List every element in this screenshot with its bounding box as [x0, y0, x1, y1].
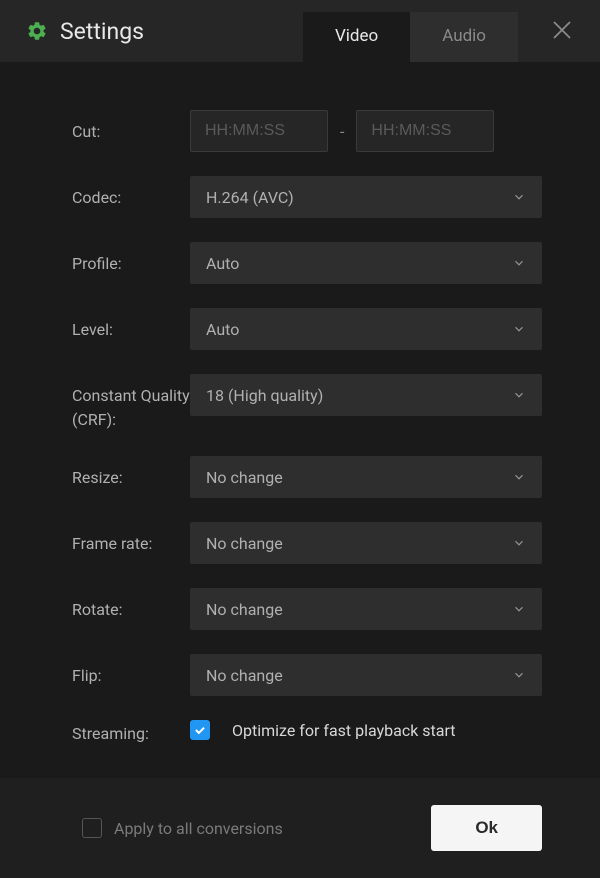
framerate-select[interactable]: No change — [190, 522, 542, 564]
codec-select[interactable]: H.264 (AVC) — [190, 176, 542, 218]
check-icon — [193, 723, 207, 737]
settings-content: Cut: - Codec: H.264 (AVC) Profile: Auto … — [0, 62, 600, 778]
tab-video[interactable]: Video — [303, 12, 410, 62]
apply-all-row: Apply to all conversions — [82, 818, 283, 838]
flip-value: No change — [206, 666, 283, 685]
gear-icon — [26, 20, 48, 42]
chevron-down-icon — [512, 388, 526, 402]
ok-button[interactable]: Ok — [431, 805, 542, 851]
streaming-checkbox[interactable] — [190, 720, 210, 740]
profile-select[interactable]: Auto — [190, 242, 542, 284]
settings-title: Settings — [60, 18, 144, 45]
crf-select[interactable]: 18 (High quality) — [190, 374, 542, 416]
codec-value: H.264 (AVC) — [206, 188, 294, 207]
label-level: Level: — [72, 308, 190, 342]
cut-start-input[interactable] — [190, 110, 328, 152]
row-framerate: Frame rate: No change — [72, 522, 542, 564]
chevron-down-icon — [512, 322, 526, 336]
chevron-down-icon — [512, 256, 526, 270]
label-rotate: Rotate: — [72, 588, 190, 622]
level-value: Auto — [206, 320, 239, 339]
tabs: Video Audio — [303, 12, 518, 62]
flip-select[interactable]: No change — [190, 654, 542, 696]
close-button[interactable] — [550, 18, 574, 42]
cut-dash: - — [340, 122, 344, 141]
row-profile: Profile: Auto — [72, 242, 542, 284]
profile-value: Auto — [206, 254, 239, 273]
crf-value: 18 (High quality) — [206, 386, 323, 405]
framerate-value: No change — [206, 534, 283, 553]
chevron-down-icon — [512, 190, 526, 204]
row-crf: Constant Quality (CRF): 18 (High quality… — [72, 374, 542, 432]
level-select[interactable]: Auto — [190, 308, 542, 350]
rotate-value: No change — [206, 600, 283, 619]
label-flip: Flip: — [72, 654, 190, 688]
cut-end-input[interactable] — [356, 110, 494, 152]
row-cut: Cut: - — [72, 110, 542, 152]
chevron-down-icon — [512, 536, 526, 550]
label-profile: Profile: — [72, 242, 190, 276]
label-codec: Codec: — [72, 176, 190, 210]
settings-header: Settings Video Audio — [0, 0, 600, 62]
label-streaming: Streaming: — [72, 720, 190, 746]
tab-audio[interactable]: Audio — [410, 12, 518, 62]
row-codec: Codec: H.264 (AVC) — [72, 176, 542, 218]
resize-select[interactable]: No change — [190, 456, 542, 498]
row-flip: Flip: No change — [72, 654, 542, 696]
label-framerate: Frame rate: — [72, 522, 190, 556]
footer: Apply to all conversions Ok — [0, 778, 600, 878]
streaming-checkbox-label: Optimize for fast playback start — [232, 721, 456, 740]
label-resize: Resize: — [72, 456, 190, 490]
apply-all-label: Apply to all conversions — [114, 819, 283, 838]
label-crf: Constant Quality (CRF): — [72, 374, 190, 432]
row-resize: Resize: No change — [72, 456, 542, 498]
resize-value: No change — [206, 468, 283, 487]
row-rotate: Rotate: No change — [72, 588, 542, 630]
apply-all-checkbox[interactable] — [82, 818, 102, 838]
chevron-down-icon — [512, 668, 526, 682]
label-cut: Cut: — [72, 110, 190, 144]
chevron-down-icon — [512, 470, 526, 484]
row-level: Level: Auto — [72, 308, 542, 350]
chevron-down-icon — [512, 602, 526, 616]
row-streaming: Streaming: Optimize for fast playback st… — [72, 720, 542, 746]
rotate-select[interactable]: No change — [190, 588, 542, 630]
